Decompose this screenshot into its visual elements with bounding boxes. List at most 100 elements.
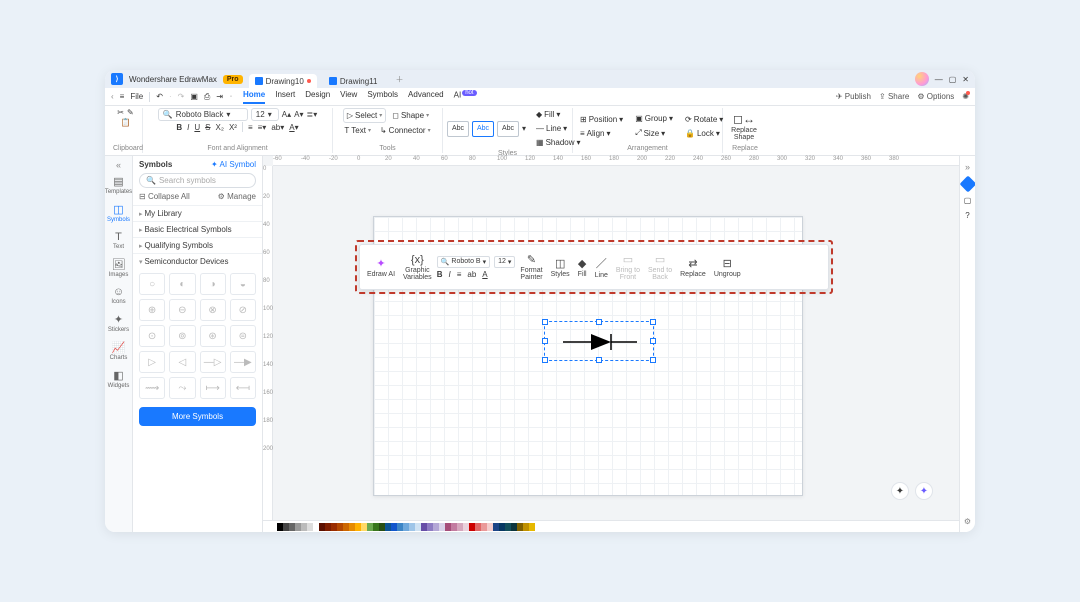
ctx-font-color[interactable]: A xyxy=(482,270,487,279)
style-preset-2[interactable]: Abc xyxy=(472,121,494,137)
italic-button[interactable]: I xyxy=(187,123,189,132)
rail-stickers[interactable]: ✦Stickers xyxy=(105,310,132,336)
ctx-format-painter[interactable]: ✎Format Painter xyxy=(517,253,545,281)
symbol-cell[interactable]: ⊜ xyxy=(230,325,256,347)
style-preset-1[interactable]: Abc xyxy=(447,121,469,137)
menu-design[interactable]: Design xyxy=(305,90,330,104)
symbol-cell[interactable]: ⤳ xyxy=(169,377,195,399)
undo-button[interactable]: ↶ xyxy=(156,92,163,101)
menu-symbols[interactable]: Symbols xyxy=(367,90,398,104)
resize-handle[interactable] xyxy=(650,338,656,344)
rail-icons[interactable]: ☺Icons xyxy=(105,283,132,308)
symbol-search[interactable]: 🔍Search symbols xyxy=(139,173,256,188)
right-rail-settings[interactable]: ⚙ xyxy=(964,517,971,526)
symbol-cell[interactable]: ⊚ xyxy=(169,325,195,347)
right-rail-format[interactable] xyxy=(959,176,975,193)
font-combo[interactable]: 🔍Roboto Black▾ xyxy=(158,108,248,121)
fab-ai[interactable]: ✦ xyxy=(915,482,933,500)
print-button[interactable]: ⎙ xyxy=(204,92,210,102)
paste-icon[interactable]: 📋 xyxy=(121,118,131,127)
select-tool[interactable]: ▷ Select▾ xyxy=(343,108,386,123)
superscript-button[interactable]: X² xyxy=(229,123,237,132)
symbol-cell[interactable]: ⟿ xyxy=(139,377,165,399)
ai-symbol-button[interactable]: ✦ AI Symbol xyxy=(211,160,256,169)
new-tab-button[interactable]: ＋ xyxy=(395,74,403,85)
maximize-button[interactable]: ▢ xyxy=(949,75,957,84)
rail-charts[interactable]: 📈Charts xyxy=(105,338,132,364)
menu-advanced[interactable]: Advanced xyxy=(408,90,444,104)
fab-sparkle[interactable]: ✦ xyxy=(891,482,909,500)
export-button[interactable]: ⇥ xyxy=(216,92,223,101)
cat-basic-electrical[interactable]: Basic Electrical Symbols xyxy=(133,221,262,237)
collapse-all-button[interactable]: ⊟ Collapse All xyxy=(139,192,190,201)
size-button[interactable]: ⤢ Size▾ xyxy=(632,126,676,140)
manage-button[interactable]: ⚙ Manage xyxy=(218,192,256,201)
font-color-icon[interactable]: A▾ xyxy=(289,123,298,132)
menu-view[interactable]: View xyxy=(340,90,357,104)
format-painter-icon[interactable]: ✎ xyxy=(127,108,134,117)
ctx-highlight[interactable]: ab xyxy=(467,270,476,279)
ctx-fill[interactable]: ◆Fill xyxy=(575,257,590,278)
ctx-send-back[interactable]: ▭Send to Back xyxy=(645,253,675,281)
symbol-cell[interactable]: ⊙ xyxy=(139,325,165,347)
resize-handle[interactable] xyxy=(542,338,548,344)
symbol-cell[interactable]: ◒ xyxy=(230,273,256,295)
menu-insert[interactable]: Insert xyxy=(275,90,295,104)
document-tab-1[interactable]: Drawing10 xyxy=(249,74,317,88)
symbol-cell[interactable]: ◐ xyxy=(169,273,195,295)
right-rail-layers[interactable]: ▢ xyxy=(964,196,972,205)
position-button[interactable]: ⊞ Position▾ xyxy=(577,113,626,126)
resize-handle[interactable] xyxy=(650,357,656,363)
ctx-replace[interactable]: ⇄Replace xyxy=(677,257,709,278)
text-tool[interactable]: T Text▾ xyxy=(341,124,374,137)
resize-handle[interactable] xyxy=(596,357,602,363)
connector-tool[interactable]: ↳ Connector▾ xyxy=(377,124,434,137)
save-button[interactable]: ▣ xyxy=(190,92,198,101)
selected-shape[interactable] xyxy=(544,321,654,361)
rail-widgets[interactable]: ◧Widgets xyxy=(105,366,132,392)
more-symbols-button[interactable]: More Symbols xyxy=(139,407,256,426)
font-size-combo[interactable]: 12▾ xyxy=(251,108,279,121)
collapse-rail-icon[interactable]: « xyxy=(116,160,121,170)
share-button[interactable]: ⇪ Share xyxy=(879,92,909,101)
symbol-cell[interactable]: —▶ xyxy=(230,351,256,373)
menu-home[interactable]: Home xyxy=(243,90,265,104)
symbol-cell[interactable]: ⊖ xyxy=(169,299,195,321)
ctx-ungroup[interactable]: ⊟Ungroup xyxy=(711,257,744,278)
underline-button[interactable]: U xyxy=(194,123,200,132)
style-more[interactable]: ▾ xyxy=(522,124,526,133)
lock-button[interactable]: 🔒 Lock▾ xyxy=(682,127,726,140)
ctx-edraw-ai[interactable]: ✦Edraw AI xyxy=(364,257,398,278)
replace-shape-button[interactable]: ◻↔Replace Shape xyxy=(727,112,761,141)
symbol-cell[interactable]: ⊛ xyxy=(200,325,226,347)
symbol-cell[interactable]: ○ xyxy=(139,273,165,295)
cat-qualifying[interactable]: Qualifying Symbols xyxy=(133,237,262,253)
ctx-bring-front[interactable]: ▭Bring to Front xyxy=(613,253,643,281)
ctx-graphic-variables[interactable]: {x}Graphic Variables xyxy=(400,254,435,281)
strike-button[interactable]: S xyxy=(205,123,210,132)
ctx-align[interactable]: ≡ xyxy=(457,270,462,279)
avatar[interactable] xyxy=(915,72,929,86)
increase-font-icon[interactable]: A▴ xyxy=(282,110,291,119)
resize-handle[interactable] xyxy=(650,319,656,325)
bullets-icon[interactable]: ≣▾ xyxy=(307,110,318,119)
resize-handle[interactable] xyxy=(596,319,602,325)
ctx-line[interactable]: ／Line xyxy=(592,255,611,279)
shape-tool[interactable]: ◻ Shape▾ xyxy=(389,109,432,122)
right-rail-collapse[interactable]: » xyxy=(965,162,970,172)
cat-my-library[interactable]: My Library xyxy=(133,205,262,221)
align-button[interactable]: ≡ Align▾ xyxy=(577,127,626,140)
ctx-font-combo[interactable]: 🔍Roboto B▾ xyxy=(437,256,490,268)
cut-icon[interactable]: ✂ xyxy=(117,108,124,117)
right-rail-help[interactable]: ? xyxy=(965,211,969,220)
symbol-cell[interactable]: ▷ xyxy=(139,351,165,373)
options-button[interactable]: ⚙ Options xyxy=(917,92,954,101)
ctx-bold[interactable]: B xyxy=(437,270,443,279)
subscript-button[interactable]: X₂ xyxy=(216,123,224,132)
symbol-cell[interactable]: ⊗ xyxy=(200,299,226,321)
cat-semiconductor[interactable]: Semiconductor Devices xyxy=(133,253,262,269)
bold-button[interactable]: B xyxy=(176,123,182,132)
notifications-icon[interactable]: ✺ xyxy=(962,92,969,101)
rail-templates[interactable]: ▤Templates xyxy=(105,172,132,198)
group-button[interactable]: ▣ Group▾ xyxy=(632,112,676,125)
